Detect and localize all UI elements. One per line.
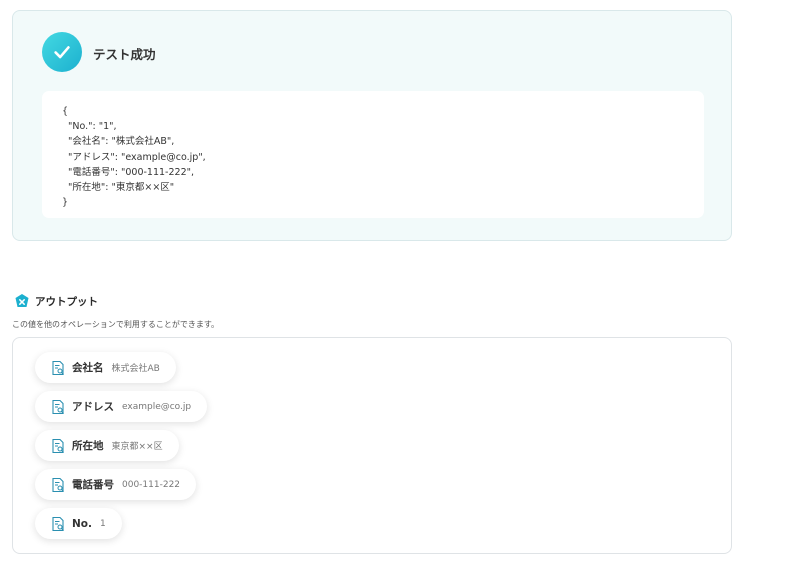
output-item-label: 会社名 <box>72 362 104 374</box>
json-line: { <box>62 106 69 117</box>
document-search-icon <box>52 399 64 414</box>
json-line: "所在地": "東京都××区" <box>62 182 175 194</box>
output-item-label: アドレス <box>72 401 114 413</box>
json-line: "電話番号": "000-111-222", <box>62 166 195 178</box>
json-line: } <box>62 197 69 209</box>
json-line: "アドレス": "example@co.jp", <box>62 151 206 163</box>
output-panel: 会社名 株式会社AB アドレス example@co.jp 所在地 東京都××区 <box>12 337 732 554</box>
document-search-icon <box>52 360 64 375</box>
success-title: テスト成功 <box>93 47 156 62</box>
output-item-value: 株式会社AB <box>111 364 160 374</box>
output-item-number[interactable]: No. 1 <box>35 508 122 539</box>
output-item-location[interactable]: 所在地 東京都××区 <box>35 430 179 461</box>
output-item-company-name[interactable]: 会社名 株式会社AB <box>35 352 176 383</box>
output-item-address[interactable]: アドレス example@co.jp <box>35 391 208 422</box>
json-result-box: { "No.": "1", "会社名": "株式会社AB", "アドレス": "… <box>42 91 704 218</box>
output-item-phone-number[interactable]: 電話番号 000-111-222 <box>35 469 197 500</box>
output-item-value: 東京都××区 <box>111 442 163 452</box>
output-title: アウトプット <box>35 295 98 308</box>
document-search-icon <box>52 516 64 531</box>
output-item-label: No. <box>72 517 92 530</box>
output-item-value: 1 <box>100 518 106 529</box>
json-line: "会社名": "株式会社AB", <box>62 136 175 148</box>
test-success-panel: テスト成功 { "No.": "1", "会社名": "株式会社AB", "アド… <box>12 10 732 241</box>
output-item-label: 所在地 <box>72 440 104 452</box>
output-item-label: 電話番号 <box>72 479 114 491</box>
output-item-value: example@co.jp <box>122 401 192 412</box>
json-line: "No.": "1", <box>62 121 117 133</box>
output-item-value: 000-111-222 <box>122 479 181 490</box>
document-search-icon <box>52 477 64 492</box>
output-header: アウトプット <box>14 293 98 309</box>
output-description: この値を他のオペレーションで利用することができます。 <box>12 320 220 329</box>
output-badge-icon <box>15 294 29 307</box>
check-icon <box>42 32 82 72</box>
document-search-icon <box>52 438 64 453</box>
